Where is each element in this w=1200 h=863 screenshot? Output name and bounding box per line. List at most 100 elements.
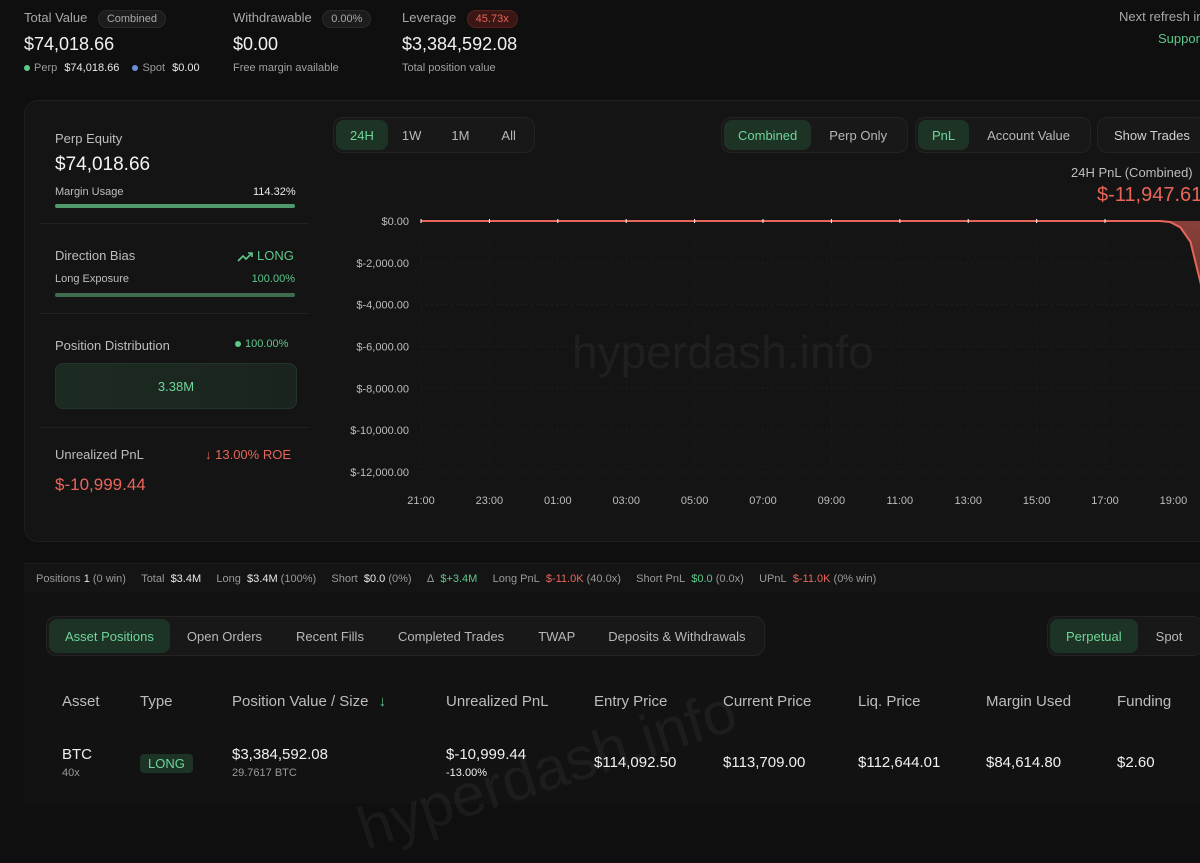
spot-label: Spot xyxy=(142,62,166,74)
withdrawable-sub: Free margin available xyxy=(233,62,339,74)
x-tick-label: 17:00 xyxy=(1091,495,1119,507)
divider xyxy=(39,427,309,428)
x-tick-label: 19:00 xyxy=(1160,495,1188,507)
stat-upnl-win: (0% win) xyxy=(833,572,877,585)
col-type[interactable]: Type xyxy=(140,693,173,710)
positions-stats-bar: Positions 1 (0 win) Total $3.4M Long $3.… xyxy=(24,563,1200,593)
col-asset[interactable]: Asset xyxy=(62,693,100,710)
col-liq-price[interactable]: Liq. Price xyxy=(858,693,921,710)
stat-total-label: Total xyxy=(141,572,165,585)
stat-shortpnl-value: $0.0 xyxy=(691,572,713,585)
tab-twap[interactable]: TWAP xyxy=(521,619,592,653)
margin-usage-label: Margin Usage xyxy=(55,186,124,198)
perp-only-button[interactable]: Perp Only xyxy=(811,120,905,150)
range-1m-button[interactable]: 1M xyxy=(435,120,485,150)
margin-usage-value: 114.32% xyxy=(253,186,296,198)
stat-upnl-label: UPnL xyxy=(759,572,787,585)
perp-spot-breakdown: Perp $74,018.66 Spot $0.00 xyxy=(24,62,200,74)
type-badge: LONG xyxy=(140,754,193,773)
col-funding[interactable]: Funding xyxy=(1117,693,1171,710)
stat-upnl-value: $-11.0K xyxy=(792,572,831,585)
range-1w-button[interactable]: 1W xyxy=(388,120,436,150)
perp-label: Perp xyxy=(34,62,58,74)
sort-down-icon: ↓ xyxy=(378,693,387,710)
market-tabs: Perpetual Spot xyxy=(1047,616,1200,656)
margin-usage-fill xyxy=(55,204,295,208)
x-tick-label: 05:00 xyxy=(681,495,709,507)
stat-short-label: Short xyxy=(331,572,358,585)
stat-shortpnl-x: (0.0x) xyxy=(715,572,744,585)
trending-up-icon xyxy=(237,251,253,262)
tab-open-orders[interactable]: Open Orders xyxy=(170,619,279,653)
leverage-section: Leverage 45.73x xyxy=(402,9,518,28)
range-24h-button[interactable]: 24H xyxy=(336,120,388,150)
support-link[interactable]: Suppor xyxy=(1158,31,1200,46)
col-unrealized-pnl[interactable]: Unrealized PnL xyxy=(446,693,549,710)
stat-shortpnl-label: Short PnL xyxy=(636,572,686,585)
distribution-bar[interactable]: 3.38M xyxy=(55,363,297,409)
chart-title: 24H PnL (Combined) xyxy=(1071,165,1193,180)
long-dot xyxy=(235,341,241,348)
positions-tabs: Asset Positions Open Orders Recent Fills… xyxy=(46,616,765,656)
stat-short-value: $0.0 xyxy=(363,572,386,585)
total-value: $74,018.66 xyxy=(24,34,115,54)
long-exposure-value: 100.00% xyxy=(251,273,295,285)
perp-equity-label: Perp Equity xyxy=(55,131,123,146)
y-tick-label: $-4,000.00 xyxy=(356,300,409,312)
range-all-button[interactable]: All xyxy=(485,120,531,150)
asset-name[interactable]: BTC xyxy=(62,746,92,763)
y-tick-label: $-6,000.00 xyxy=(356,342,409,354)
col-current-price[interactable]: Current Price xyxy=(723,693,811,710)
perp-value: $74,018.66 xyxy=(64,62,120,74)
liq-price: $112,644.01 xyxy=(858,754,941,771)
stat-long-value: $3.4M xyxy=(247,572,278,585)
y-tick-label: $0.00 xyxy=(381,216,409,228)
watermark: hyperdash.info xyxy=(572,325,874,379)
long-exposure-label: Long Exposure xyxy=(55,273,129,285)
tab-deposits-withdrawals[interactable]: Deposits & Withdrawals xyxy=(592,619,761,653)
combined-button[interactable]: Combined xyxy=(724,120,812,150)
x-tick-label: 01:00 xyxy=(544,495,572,507)
y-tick-label: $-10,000.00 xyxy=(350,425,409,437)
perp-dot xyxy=(24,65,30,72)
total-value-section: Total Value Combined xyxy=(24,9,166,28)
stat-positions-label: Positions xyxy=(36,572,81,585)
stat-long-label: Long xyxy=(216,572,241,585)
margin-used: $84,614.80 xyxy=(986,754,1062,771)
x-tick-label: 21:00 xyxy=(407,495,435,507)
pnl-button[interactable]: PnL xyxy=(918,120,970,150)
spot-value: $0.00 xyxy=(172,62,200,74)
tab-completed-trades[interactable]: Completed Trades xyxy=(381,619,521,653)
y-tick-label: $-12,000.00 xyxy=(350,467,409,479)
metric-selector: PnL Account Value xyxy=(915,117,1092,153)
leverage-sub: Total position value xyxy=(402,62,496,74)
distribution-legend: 100.00% xyxy=(235,338,288,350)
long-exposure-fill xyxy=(55,293,295,297)
col-position-value-label: Position Value / Size xyxy=(232,693,369,710)
position-distribution-label: Position Distribution xyxy=(55,338,170,353)
tab-recent-fills[interactable]: Recent Fills xyxy=(279,619,381,653)
tab-perpetual[interactable]: Perpetual xyxy=(1050,619,1138,653)
stat-delta-label: Δ xyxy=(426,572,435,585)
col-margin-used[interactable]: Margin Used xyxy=(986,693,1071,710)
tab-spot[interactable]: Spot xyxy=(1138,619,1200,653)
withdrawable-label: Withdrawable xyxy=(233,10,312,25)
leverage-badge: 45.73x xyxy=(466,10,518,28)
x-tick-label: 03:00 xyxy=(612,495,640,507)
direction-bias-value-wrap: LONG xyxy=(237,248,294,263)
x-tick-label: 09:00 xyxy=(818,495,846,507)
stat-positions-win: (0 win) xyxy=(92,572,126,585)
stat-longpnl-x: (40.0x) xyxy=(586,572,621,585)
entry-price: $114,092.50 xyxy=(594,754,677,771)
stat-longpnl-value: $-11.0K xyxy=(545,572,584,585)
x-tick-label: 11:00 xyxy=(886,495,913,507)
next-refresh-text: Next refresh in xyxy=(1119,9,1200,24)
account-value-button[interactable]: Account Value xyxy=(969,120,1088,150)
funding-value: $2.60 xyxy=(1117,754,1155,771)
spot-dot xyxy=(132,65,139,72)
tab-asset-positions[interactable]: Asset Positions xyxy=(49,619,170,653)
col-position-value[interactable]: Position Value / Size ↓ xyxy=(232,693,386,710)
show-trades-button[interactable]: Show Trades xyxy=(1100,120,1200,150)
col-entry-price[interactable]: Entry Price xyxy=(594,693,667,710)
divider xyxy=(39,313,309,314)
